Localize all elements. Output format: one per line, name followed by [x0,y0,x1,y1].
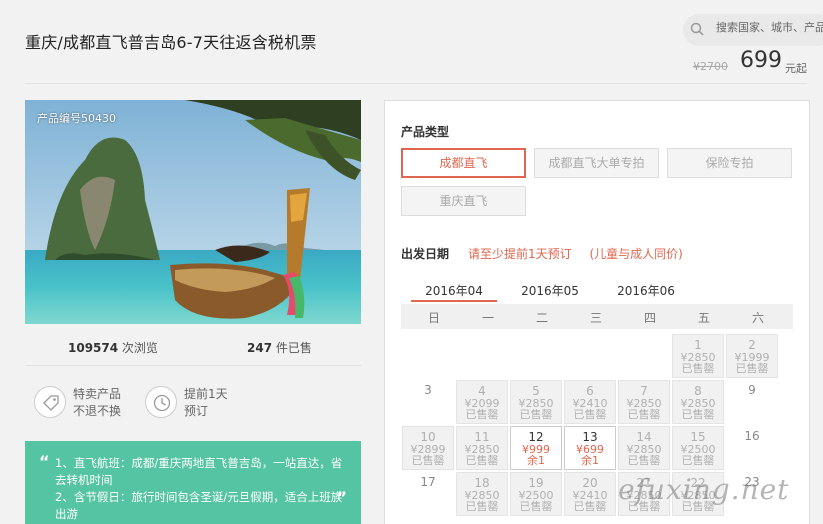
calendar-day-19: 19 ¥2500 已售罄 [510,472,562,516]
weekday-label: 三 [589,311,602,325]
calendar-day-17: 17 [402,472,454,516]
day-status: 已售罄 [627,408,661,421]
calendar-day-8: 8 ¥2850 已售罄 [672,380,724,424]
calendar-day-7: 7 ¥2850 已售罄 [618,380,670,424]
weekday-label: 日 [427,311,440,325]
product-type-chengdu-bulk[interactable]: 成都直飞大单专拍 [534,148,659,178]
feature-line1: 特卖产品 [73,387,122,401]
month-tab-2016-06[interactable]: 2016年06 [603,282,689,299]
calendar-day-9: 9 [726,380,778,424]
month-tab-2016-04[interactable]: 2016年04 [411,282,497,302]
highlight-line: 1、直飞航班：成都/重庆两地直飞普吉岛，一站直达，省去转机时间 [55,456,343,487]
calendar-day-14: 14 ¥2850 已售罄 [618,426,670,470]
calendar-day-12[interactable]: 12 ¥999 余1 [510,426,562,470]
beach-longtail-boat-image [25,100,361,324]
feature-line2: 预订 [184,404,209,418]
weekday-header: 日 一 二 三 四 五 六 [401,304,793,329]
weekday-label: 五 [697,311,710,325]
search-icon[interactable] [690,22,704,36]
calendar-day-18: 18 ¥2850 已售罄 [456,472,508,516]
search-input[interactable] [716,21,823,34]
day-status: 已售罄 [465,500,499,513]
departure-notes: 请至少提前1天预订 (儿童与成人同价) [468,245,697,262]
product-type-chongqing-direct[interactable]: 重庆直飞 [401,186,526,216]
calendar-day-1: 1 ¥2850 已售罄 [672,334,724,378]
weekday-label: 六 [751,311,764,325]
feature-text: 提前1天 预订 [184,386,228,420]
day-status: 已售罄 [681,408,715,421]
advance-notice: 请至少提前1天预订 [468,247,572,261]
highlight-line: 2、含节假日：旅行时间包含圣诞/元旦假期，适合上班族出游 [55,490,343,521]
calendar-day-10: 10 ¥2899 已售罄 [402,426,454,470]
day-status: 已售罄 [465,408,499,421]
watermark: efuxing.net [618,473,790,506]
product-type-chengdu-direct[interactable]: 成都直飞 [401,148,526,178]
booking-panel: 产品类型 成都直飞 成都直飞大单专拍 保险专拍 重庆直飞 出发日期 请至少提前1… [384,100,810,524]
day-status: 已售罄 [519,408,553,421]
feature-line2: 不退不换 [73,404,122,418]
day-status: 已售罄 [681,362,715,375]
calendar-day-4: 4 ¥2099 已售罄 [456,380,508,424]
feature-line1: 提前1天 [184,387,228,401]
product-code: 产品编号50430 [37,112,116,125]
day-status: 已售罄 [465,454,499,467]
day-number: 16 [744,429,760,443]
day-number: 3 [424,383,432,397]
page-title: 重庆/成都直飞普吉岛6-7天往返含税机票 [25,33,317,52]
sold-count: 247 [247,341,273,355]
product-stats: 109574 次浏览 247 件已售 [25,330,361,366]
calendar-day-13[interactable]: 13 ¥699 余1 [564,426,616,470]
day-status: 已售罄 [411,454,445,467]
weekday-label: 一 [481,311,494,325]
sold-label: 件已售 [272,341,312,355]
product-type-label: 产品类型 [401,125,450,139]
day-status: 已售罄 [627,454,661,467]
close-quote-icon: ” [336,488,347,507]
day-status: 余1 [581,454,599,467]
original-price: ¥2700 [693,60,728,73]
calendar-day-11: 11 ¥2850 已售罄 [456,426,508,470]
calendar-day-6: 6 ¥2410 已售罄 [564,380,616,424]
price-unit: 元起 [785,62,807,75]
day-status: 余1 [527,454,545,467]
child-price-notice: (儿童与成人同价) [589,247,683,261]
day-number: 9 [748,383,756,397]
views-count: 109574 [68,341,119,355]
weekday-label: 四 [643,311,656,325]
calendar-day-3: 3 [402,380,454,424]
open-quote-icon: “ [39,452,50,471]
highlight-lines: 1、直飞航班：成都/重庆两地直飞普吉岛，一站直达，省去转机时间 2、含节假日：旅… [55,455,345,523]
clock-icon [145,386,177,418]
sold-stat: 247 件已售 [247,339,312,356]
day-status: 已售罄 [573,408,607,421]
page-header: 重庆/成都直飞普吉岛6-7天往返含税机票 ¥2700 699 元起 [0,0,823,85]
product-photo: 产品编号50430 [25,100,361,324]
month-tab-2016-05[interactable]: 2016年05 [507,282,593,299]
views-stat: 109574 次浏览 [68,339,158,356]
views-label: 次浏览 [118,341,158,355]
day-status: 已售罄 [519,500,553,513]
calendar-day-16: 16 [726,426,778,470]
weekday-label: 二 [535,311,548,325]
departure-date-label: 出发日期 [401,247,450,261]
product-type-insurance[interactable]: 保险专拍 [667,148,792,178]
day-status: 已售罄 [735,362,769,375]
day-status: 已售罄 [681,454,715,467]
day-status: 已售罄 [573,500,607,513]
calendar-day-2: 2 ¥1999 已售罄 [726,334,778,378]
day-number: 17 [420,475,436,489]
calendar-day-5: 5 ¥2850 已售罄 [510,380,562,424]
tag-icon [34,386,66,418]
product-highlights: “ 1、直飞航班：成都/重庆两地直飞普吉岛，一站直达，省去转机时间 2、含节假日… [25,441,361,524]
calendar-day-20: 20 ¥2410 已售罄 [564,472,616,516]
feature-text: 特卖产品 不退不换 [73,386,121,420]
calendar-day-15: 15 ¥2500 已售罄 [672,426,724,470]
current-price: 699 [740,48,782,73]
header-divider [25,83,807,84]
